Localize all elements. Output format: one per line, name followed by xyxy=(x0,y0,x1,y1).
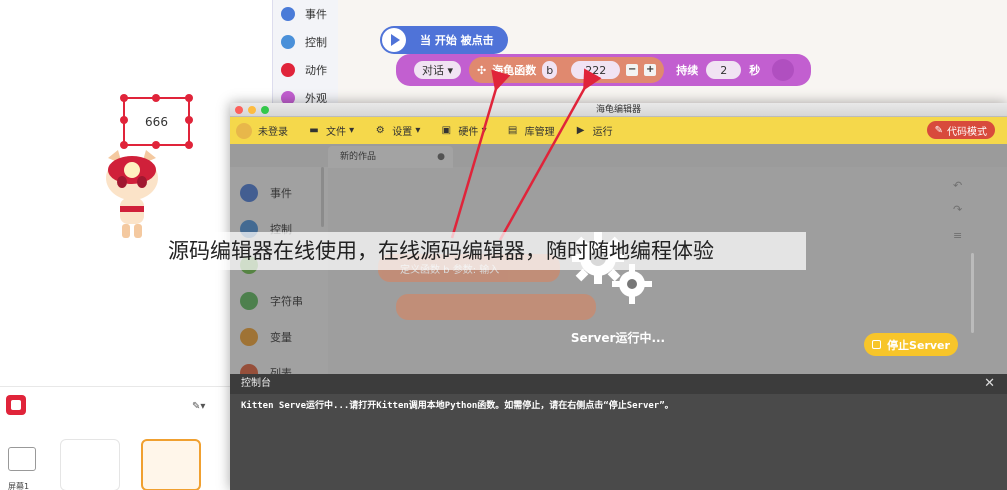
play-icon xyxy=(382,28,406,52)
user-icon xyxy=(236,122,252,139)
duration-label: 持续 xyxy=(676,64,699,77)
sprite-panel: ✎▾ 屏幕1 xyxy=(0,386,230,490)
scene-label: 屏幕1 xyxy=(8,482,30,490)
menu-bar: 未登录 ▬ 文件 ▾ ⚙ 设置 ▾ ▣ 硬件 ▾ ▤ 库管理 ▶ 运行 ✎ 代码模式 xyxy=(230,117,1007,144)
tablet-icon[interactable] xyxy=(8,447,36,471)
menu-label: 文件 xyxy=(326,127,346,138)
sprite-thumbnail-selected[interactable] xyxy=(141,439,201,490)
category-label: 事件 xyxy=(305,8,327,21)
start-block-label: 当 开始 被点击 xyxy=(420,34,494,47)
workspace-scrollbar[interactable] xyxy=(971,253,974,333)
resize-handle[interactable] xyxy=(120,94,128,102)
edit-icon[interactable]: ✎▾ xyxy=(192,401,205,412)
menu-label: 库管理 xyxy=(524,127,555,138)
menu-run[interactable]: ▶ 运行 xyxy=(575,123,613,138)
library-icon: ▤ xyxy=(507,125,518,136)
stop-icon xyxy=(872,340,882,349)
background-block-canvas: 当 开始 被点击 对话 ▾ ✣ 海龟函数 b 222 − + 持续 2 秒 xyxy=(338,0,1007,104)
console-header: 控制台 ✕ xyxy=(230,374,1007,394)
resize-handle[interactable] xyxy=(185,116,193,124)
gamepad-icon xyxy=(281,35,295,49)
background-category-list: 事件 控制 动作 外观 xyxy=(272,0,338,105)
code-mode-button[interactable]: ✎ 代码模式 xyxy=(926,121,995,139)
bg-category-event[interactable]: 事件 xyxy=(273,0,338,28)
bg-category-motion[interactable]: 动作 xyxy=(273,56,338,84)
dialog-block[interactable]: 对话 ▾ ✣ 海龟函数 b 222 − + 持续 2 秒 xyxy=(396,54,811,86)
window-titlebar: 海龟编辑器 xyxy=(230,103,1007,117)
function-body-block xyxy=(396,294,596,320)
folder-icon: ▬ xyxy=(309,125,319,136)
window-title: 海龟编辑器 xyxy=(595,105,641,115)
resize-handle[interactable] xyxy=(152,94,160,102)
dialog-label: 对话 xyxy=(422,64,444,77)
caption-text: 源码编辑器在线使用，在线源码编辑器，随时随地编程体验 xyxy=(166,232,806,270)
gear-icon: ⚙ xyxy=(375,125,385,136)
resize-handle[interactable] xyxy=(120,116,128,124)
motion-icon xyxy=(281,63,295,77)
pen-icon: ✎ xyxy=(934,124,943,136)
minus-button[interactable]: − xyxy=(626,64,639,76)
editor-window: 海龟编辑器 未登录 ▬ 文件 ▾ ⚙ 设置 ▾ ▣ 硬件 ▾ ▤ 库管理 ▶ 运行 ✎ 代码… xyxy=(230,103,1007,490)
stop-icon[interactable] xyxy=(6,395,26,415)
value-field[interactable]: 222 xyxy=(571,61,621,79)
resize-handle[interactable] xyxy=(185,141,193,149)
start-event-block[interactable]: 当 开始 被点击 xyxy=(380,26,508,54)
stop-server-button[interactable]: 停止Server xyxy=(864,333,958,356)
category-label: 控制 xyxy=(305,36,327,49)
sprite-thumbnail[interactable] xyxy=(60,439,120,490)
console-title: 控制台 xyxy=(241,378,271,389)
close-icon[interactable]: ✕ xyxy=(984,374,995,394)
bg-category-control[interactable]: 控制 xyxy=(273,28,338,56)
menu-label: 设置 xyxy=(392,127,413,138)
category-label: 动作 xyxy=(305,64,327,77)
play-icon: ▶ xyxy=(576,125,585,136)
menu-label: 运行 xyxy=(592,127,613,138)
resize-handle[interactable] xyxy=(185,94,193,102)
menu-settings[interactable]: ⚙ 设置 ▾ xyxy=(374,123,421,138)
speech-bubble[interactable]: 666 xyxy=(120,94,193,149)
chip-icon: ▣ xyxy=(441,125,452,136)
function-icon: ✣ xyxy=(477,63,487,77)
function-label: 海龟函数 xyxy=(492,64,537,77)
plus-button[interactable]: + xyxy=(644,64,657,76)
close-window-button[interactable] xyxy=(235,106,243,114)
param-field[interactable]: b xyxy=(542,61,558,79)
dialog-dropdown[interactable]: 对话 ▾ xyxy=(414,61,462,79)
menu-library[interactable]: ▤ 库管理 xyxy=(507,123,555,138)
menu-login[interactable]: 未登录 xyxy=(236,122,288,139)
console-panel: 控制台 ✕ Kitten Serve运行中...请打开Kitten调用本地Pyt… xyxy=(230,374,1007,490)
event-icon xyxy=(281,7,295,21)
unit-label: 秒 xyxy=(749,64,761,77)
code-mode-label: 代码模式 xyxy=(947,126,987,138)
menu-file[interactable]: ▬ 文件 ▾ xyxy=(308,123,354,138)
paw-icon xyxy=(772,59,795,81)
maximize-window-button[interactable] xyxy=(261,106,269,114)
server-status-text: Server运行中... xyxy=(570,331,666,345)
console-output: Kitten Serve运行中...请打开Kitten调用本地Python函数。… xyxy=(241,401,674,411)
minimize-window-button[interactable] xyxy=(248,106,256,114)
menu-hardware[interactable]: ▣ 硬件 ▾ xyxy=(440,123,487,138)
stop-server-label: 停止Server xyxy=(887,338,950,352)
speech-text: 666 xyxy=(145,114,168,129)
kitten-character-icon[interactable] xyxy=(100,148,164,244)
menu-label: 硬件 xyxy=(458,127,479,138)
duration-field[interactable]: 2 xyxy=(706,61,742,79)
menu-label: 未登录 xyxy=(258,127,288,138)
turtle-function-block[interactable]: ✣ 海龟函数 b 222 − + xyxy=(469,57,665,83)
